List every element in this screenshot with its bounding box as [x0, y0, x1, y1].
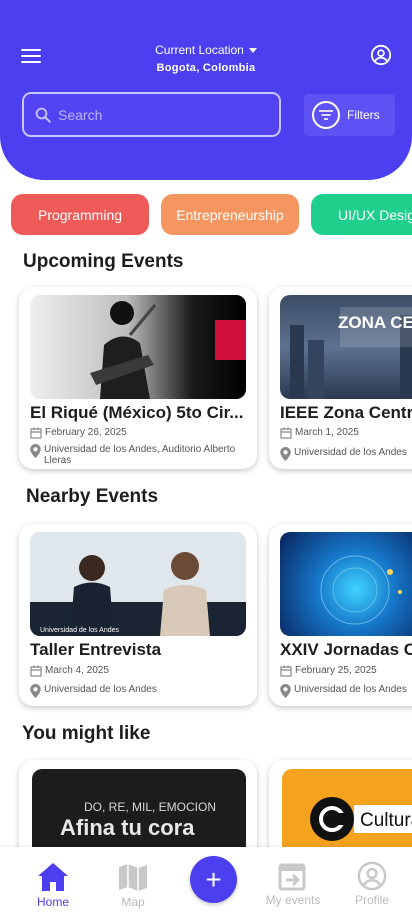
event-card[interactable]: ZONA CENT UNIANDE IEEE Zona Centro March… [269, 287, 412, 469]
nav-map-label: Map [121, 895, 145, 909]
search-icon [35, 107, 51, 123]
event-image-text-top: DO, RE, MIL, EMOCION [84, 800, 216, 814]
category-chip-uiux[interactable]: UI/UX Desig [311, 194, 412, 235]
event-card[interactable]: Universidad de los Andes Taller Entrevis… [19, 524, 257, 706]
event-date: March 1, 2025 [280, 427, 412, 439]
nav-home-label: Home [36, 895, 69, 909]
home-icon [38, 863, 68, 891]
svg-text:Universidad de los Andes: Universidad de los Andes [40, 627, 119, 634]
filters-button[interactable]: Filters [304, 94, 395, 136]
event-image: Universidad de los Andes [30, 532, 246, 636]
location-pin-icon [30, 684, 41, 698]
event-image: Cultura [282, 769, 412, 859]
category-chip-entrepreneurship[interactable]: Entrepreneurship [161, 194, 299, 235]
app-screen: Current Location Bogota, Colombia Search… [0, 0, 412, 917]
bottom-navigation: Home Map + My events Profile [0, 847, 412, 917]
event-image: DO, RE, MIL, EMOCION Afina tu cora [32, 769, 246, 859]
event-card[interactable]: XXIV Jornadas C February 25, 2025 Univer… [269, 524, 412, 706]
account-icon [357, 861, 387, 891]
event-place: Universidad de los Andes [280, 447, 412, 461]
event-title: Taller Entrevista [30, 640, 162, 659]
nav-home[interactable]: Home [23, 861, 83, 909]
calendar-arrow-icon [278, 863, 306, 891]
map-icon [119, 864, 147, 891]
search-input[interactable] [58, 106, 258, 123]
location-pin-icon [280, 447, 291, 461]
event-card[interactable]: El Riqué (México) 5to Cir... February 26… [19, 287, 257, 469]
event-title: El Riqué (México) 5to Cir... [30, 403, 244, 422]
event-title: IEEE Zona Centro [280, 403, 412, 422]
location-value: Bogota, Colombia [156, 62, 256, 74]
location-label-text: Current Location [155, 43, 244, 57]
add-event-button[interactable]: + [190, 856, 237, 903]
search-box[interactable] [22, 92, 281, 137]
section-title-upcoming: Upcoming Events [23, 251, 184, 272]
filters-label: Filters [347, 108, 380, 122]
event-place: Universidad de los Andes [30, 684, 250, 698]
nav-my-events-label: My events [265, 893, 321, 907]
header: Current Location Bogota, Colombia Search… [0, 0, 412, 180]
account-icon[interactable] [370, 44, 392, 66]
event-image-text: ZONA CENT UNIANDE [338, 313, 412, 332]
event-date-text: February 26, 2025 [45, 427, 127, 438]
event-image-text-main: Cultura [360, 810, 412, 831]
plus-icon: + [205, 863, 222, 895]
nav-my-events[interactable]: My events [263, 861, 323, 907]
chevron-down-icon [248, 47, 257, 53]
event-image-text-main: Afina tu cora [60, 815, 195, 840]
event-image [280, 532, 412, 636]
event-place-text: Universidad de los Andes [294, 447, 407, 458]
event-date-text: March 1, 2025 [295, 427, 359, 438]
location-label[interactable]: Current Location [155, 43, 257, 57]
event-image [30, 295, 246, 399]
event-date: February 26, 2025 [30, 427, 250, 439]
location-pin-icon [30, 444, 41, 458]
event-date: February 25, 2025 [280, 665, 412, 677]
section-title-nearby: Nearby Events [26, 486, 159, 507]
event-place-text: Universidad de los Andes, Auditorio Albe… [44, 444, 236, 466]
location-pin-icon [280, 684, 291, 698]
calendar-icon [30, 427, 42, 439]
location-selector[interactable]: Current Location Bogota, Colombia [120, 41, 292, 74]
calendar-icon [280, 665, 292, 677]
calendar-icon [30, 665, 42, 677]
event-title: XXIV Jornadas C [280, 640, 412, 659]
event-date-text: March 4, 2025 [45, 665, 109, 676]
event-place-text: Universidad de los Andes [294, 684, 407, 695]
event-date-text: February 25, 2025 [295, 665, 377, 676]
filter-icon [312, 101, 340, 129]
nav-profile[interactable]: Profile [342, 861, 402, 907]
menu-icon[interactable] [21, 49, 41, 65]
event-date: March 4, 2025 [30, 665, 250, 677]
event-image: ZONA CENT UNIANDE [280, 295, 412, 399]
nav-map[interactable]: Map [103, 861, 163, 909]
event-place: Universidad de los Andes, Auditorio Albe… [30, 444, 250, 466]
event-place: Universidad de los Andes [280, 684, 412, 698]
nav-profile-label: Profile [354, 893, 389, 907]
category-chips: Programming Entrepreneurship UI/UX Desig [11, 194, 412, 235]
category-chip-programming[interactable]: Programming [11, 194, 149, 235]
event-place-text: Universidad de los Andes [44, 684, 157, 695]
calendar-icon [280, 427, 292, 439]
section-title-might-like: You might like [22, 723, 151, 744]
